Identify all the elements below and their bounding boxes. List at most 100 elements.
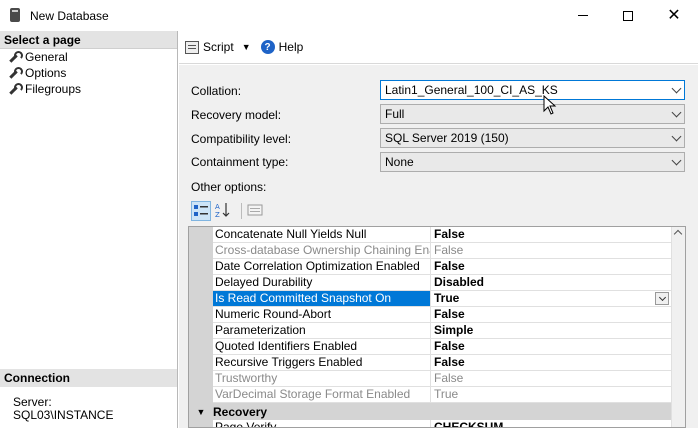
value-dropdown-button[interactable]: [655, 292, 669, 305]
table-row[interactable]: Delayed Durability Disabled: [213, 275, 673, 291]
sidebar-item-options[interactable]: Options: [0, 65, 177, 81]
collation-select[interactable]: Latin1_General_100_CI_AS_KS: [380, 80, 685, 100]
connection-header: Connection: [0, 369, 177, 387]
property-value[interactable]: False: [431, 307, 673, 322]
select-page-header: Select a page: [0, 31, 177, 49]
table-row[interactable]: Cross-database Ownership Chaining Enable…: [213, 243, 673, 259]
table-row[interactable]: Trustworthy False: [213, 371, 673, 387]
property-name: Concatenate Null Yields Null: [213, 227, 431, 242]
property-name: Parameterization: [213, 323, 431, 338]
minimize-button[interactable]: [560, 0, 606, 31]
property-value[interactable]: Disabled: [431, 275, 673, 290]
minimize-icon: [578, 15, 588, 16]
window-title: New Database: [30, 8, 109, 23]
chevron-down-icon: [671, 155, 682, 166]
property-name: Page Verify: [213, 420, 431, 427]
property-value[interactable]: False: [431, 339, 673, 354]
property-value: True: [434, 387, 459, 401]
property-value[interactable]: False: [431, 259, 673, 274]
property-value[interactable]: False: [431, 227, 673, 242]
collation-value: Latin1_General_100_CI_AS_KS: [385, 83, 558, 97]
property-pages-icon: [247, 204, 263, 216]
property-name: Is Read Committed Snapshot On: [213, 291, 431, 306]
scroll-up-icon[interactable]: [673, 229, 683, 239]
chevron-down-icon: [671, 83, 682, 94]
server-value: SQL03\INSTANCE: [13, 408, 114, 422]
script-button[interactable]: Script: [203, 40, 234, 54]
table-row[interactable]: VarDecimal Storage Format Enabled True: [213, 387, 673, 403]
sort-alpha-icon: AZ: [215, 203, 230, 219]
category-label: Recovery: [213, 404, 268, 419]
sidebar-item-label: Filegroups: [25, 82, 82, 96]
sidebar-item-general[interactable]: General: [0, 49, 177, 65]
chevron-down-icon: [671, 131, 682, 142]
property-grid-toolbar: AZ: [191, 200, 269, 222]
containment-type-select[interactable]: None: [380, 152, 685, 172]
server-label: Server:: [13, 395, 52, 409]
grid-gutter: [189, 227, 213, 427]
wrench-icon: [8, 67, 23, 79]
compatibility-level-select[interactable]: SQL Server 2019 (150): [380, 128, 685, 148]
svg-text:A: A: [215, 203, 220, 211]
sidebar-item-filegroups[interactable]: Filegroups: [0, 81, 177, 97]
options-panel: Collation: Latin1_General_100_CI_AS_KS R…: [179, 65, 698, 428]
sidebar-item-label: Options: [25, 66, 67, 80]
category-row-recovery[interactable]: ▼ Recovery: [189, 403, 673, 420]
toolbar-divider: [241, 203, 242, 219]
help-button[interactable]: Help: [279, 40, 304, 54]
property-name: Delayed Durability: [213, 275, 431, 290]
table-row[interactable]: Page Verify CHECKSUM: [213, 420, 673, 427]
mouse-cursor-icon: [543, 95, 557, 115]
containment-type-value: None: [385, 155, 414, 169]
table-row[interactable]: Parameterization Simple: [213, 323, 673, 339]
property-value[interactable]: True: [431, 291, 673, 306]
table-row[interactable]: Numeric Round-Abort False: [213, 307, 673, 323]
recovery-model-select[interactable]: Full: [380, 104, 685, 124]
property-name: Date Correlation Optimization Enabled: [213, 259, 431, 274]
compatibility-level-value: SQL Server 2019 (150): [385, 131, 509, 145]
property-value[interactable]: False: [431, 355, 673, 370]
collapse-icon[interactable]: ▼: [189, 407, 213, 417]
property-name: VarDecimal Storage Format Enabled: [213, 387, 431, 402]
table-row[interactable]: Quoted Identifiers Enabled False: [213, 339, 673, 355]
property-value: False: [434, 243, 464, 257]
table-row-selected[interactable]: Is Read Committed Snapshot On True: [213, 291, 673, 307]
table-row[interactable]: Recursive Triggers Enabled False: [213, 355, 673, 371]
chevron-down-icon[interactable]: ▼: [242, 42, 251, 52]
property-name: Recursive Triggers Enabled: [213, 355, 431, 370]
database-icon: [10, 7, 22, 24]
property-value-text: True: [434, 291, 460, 305]
categorized-icon: [194, 205, 208, 216]
maximize-icon: [623, 10, 633, 21]
alphabetical-view-button[interactable]: AZ: [214, 201, 234, 221]
categorized-view-button[interactable]: [191, 201, 211, 221]
close-button[interactable]: ✕: [651, 0, 697, 31]
property-grid: Concatenate Null Yields Null False Cross…: [188, 226, 686, 428]
table-row[interactable]: Date Correlation Optimization Enabled Fa…: [213, 259, 673, 275]
collation-label: Collation:: [191, 84, 242, 98]
compatibility-level-label: Compatibility level:: [191, 132, 292, 146]
svg-text:Z: Z: [215, 211, 220, 219]
table-row[interactable]: Concatenate Null Yields Null False: [213, 227, 673, 243]
script-icon: [185, 40, 199, 54]
sidebar: Select a page General Options Filegroups…: [0, 31, 178, 428]
maximize-button[interactable]: [605, 0, 651, 31]
property-pages-button[interactable]: [246, 201, 266, 221]
title-bar: New Database ✕: [0, 0, 698, 31]
containment-type-label: Containment type:: [191, 155, 289, 169]
chevron-down-icon: [671, 107, 682, 118]
recovery-model-label: Recovery model:: [191, 108, 282, 122]
property-name: Quoted Identifiers Enabled: [213, 339, 431, 354]
help-icon: ?: [260, 40, 275, 54]
recovery-model-value: Full: [385, 107, 405, 121]
close-icon: ✕: [667, 6, 681, 24]
vertical-scrollbar[interactable]: [671, 227, 685, 427]
property-name: Numeric Round-Abort: [213, 307, 431, 322]
other-options-label: Other options:: [191, 180, 267, 194]
toolbar: Script ▼ ? Help: [179, 31, 698, 64]
property-name: Cross-database Ownership Chaining Enable…: [215, 243, 431, 258]
wrench-icon: [8, 51, 23, 63]
property-value[interactable]: Simple: [431, 323, 673, 338]
property-value: False: [434, 371, 464, 385]
property-value[interactable]: CHECKSUM: [431, 420, 673, 427]
